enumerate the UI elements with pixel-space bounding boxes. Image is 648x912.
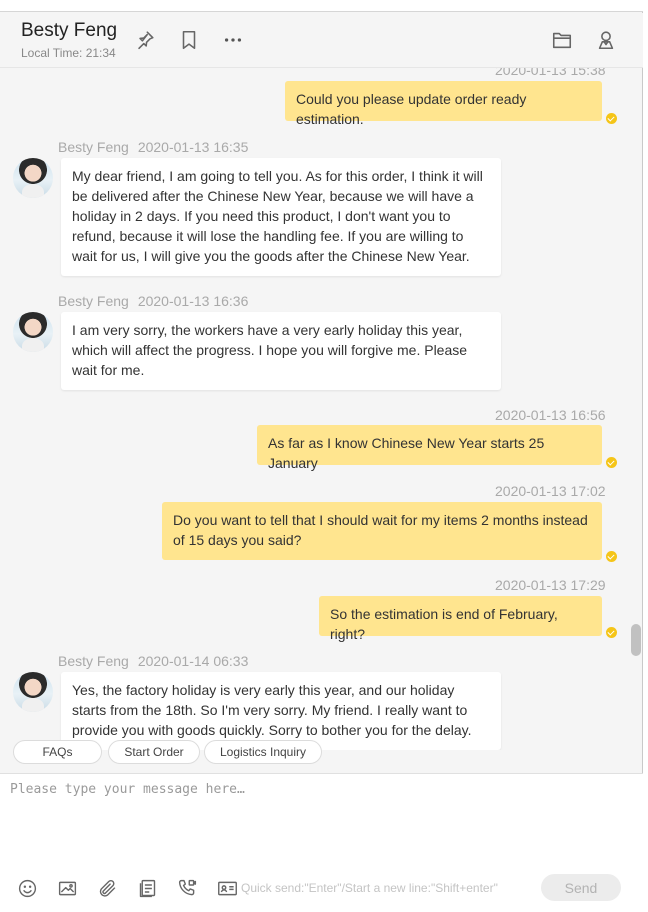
image-icon[interactable] bbox=[56, 877, 78, 899]
quick-send-hint: Quick send:"Enter"/Start a new line:"Shi… bbox=[241, 881, 498, 895]
avatar[interactable] bbox=[13, 672, 53, 712]
read-check-icon bbox=[606, 551, 617, 562]
message-bubble-incoming: My dear friend, I am going to tell you. … bbox=[61, 158, 501, 276]
chat-header: Besty Feng Local Time: 21:34 bbox=[0, 13, 643, 68]
message-bubble-outgoing: Could you please update order ready esti… bbox=[285, 81, 602, 127]
window-top-strip bbox=[0, 0, 643, 12]
message-bubble-incoming: Yes, the factory holiday is very early t… bbox=[61, 672, 501, 750]
product-card-icon[interactable] bbox=[136, 877, 158, 899]
profile-icon[interactable] bbox=[593, 27, 619, 53]
avatar[interactable] bbox=[13, 158, 53, 198]
chat-scrollbar-thumb[interactable] bbox=[631, 624, 641, 656]
emoji-icon[interactable] bbox=[16, 877, 38, 899]
message-input[interactable] bbox=[10, 782, 630, 852]
bookmark-icon[interactable] bbox=[176, 27, 202, 53]
message-meta: Besty Feng 2020-01-13 16:36 bbox=[58, 293, 248, 309]
local-time: Local Time: 21:34 bbox=[21, 46, 116, 60]
more-icon[interactable] bbox=[220, 27, 246, 53]
read-check-icon bbox=[606, 627, 617, 638]
message-meta: Besty Feng 2020-01-13 16:35 bbox=[58, 139, 248, 155]
video-call-icon[interactable] bbox=[176, 877, 198, 899]
message-timestamp: 2020-01-13 15:38 bbox=[495, 68, 606, 78]
message-timestamp: 2020-01-13 16:35 bbox=[137, 139, 249, 155]
message-bubble-outgoing: Do you want to tell that I should wait f… bbox=[162, 502, 602, 560]
message-meta: Besty Feng 2020-01-14 06:33 bbox=[58, 653, 248, 669]
message-timestamp: 2020-01-14 06:33 bbox=[137, 653, 249, 669]
message-timestamp: 2020-01-13 16:36 bbox=[137, 293, 249, 309]
contact-name[interactable]: Besty Feng bbox=[21, 20, 117, 42]
message-bubble-incoming: I am very sorry, the workers have a very… bbox=[61, 312, 501, 390]
message-bubble-outgoing: As far as I know Chinese New Year starts… bbox=[257, 425, 602, 471]
quick-reply-start-order[interactable]: Start Order bbox=[108, 740, 200, 764]
message-timestamp: 2020-01-13 17:29 bbox=[495, 577, 606, 593]
message-list[interactable]: 2020-01-13 15:38 Could you please update… bbox=[0, 68, 643, 750]
message-timestamp: 2020-01-13 17:02 bbox=[495, 483, 606, 499]
message-timestamp: 2020-01-13 16:56 bbox=[495, 407, 606, 423]
quick-reply-logistics-inquiry[interactable]: Logistics Inquiry bbox=[204, 740, 322, 764]
sender-name: Besty Feng bbox=[58, 653, 129, 669]
business-card-icon[interactable] bbox=[216, 877, 238, 899]
sender-name: Besty Feng bbox=[58, 139, 129, 155]
send-button[interactable]: Send bbox=[541, 874, 621, 901]
attachment-icon[interactable] bbox=[96, 877, 118, 899]
read-check-icon bbox=[606, 457, 617, 468]
message-bubble-outgoing: So the estimation is end of February, ri… bbox=[319, 596, 602, 642]
sender-name: Besty Feng bbox=[58, 293, 129, 309]
avatar[interactable] bbox=[13, 312, 53, 352]
quick-reply-faqs[interactable]: FAQs bbox=[13, 740, 102, 764]
folder-icon[interactable] bbox=[549, 27, 575, 53]
pin-icon[interactable] bbox=[132, 27, 158, 53]
message-composer: Quick send:"Enter"/Start a new line:"Shi… bbox=[0, 773, 643, 912]
read-check-icon bbox=[606, 113, 617, 124]
